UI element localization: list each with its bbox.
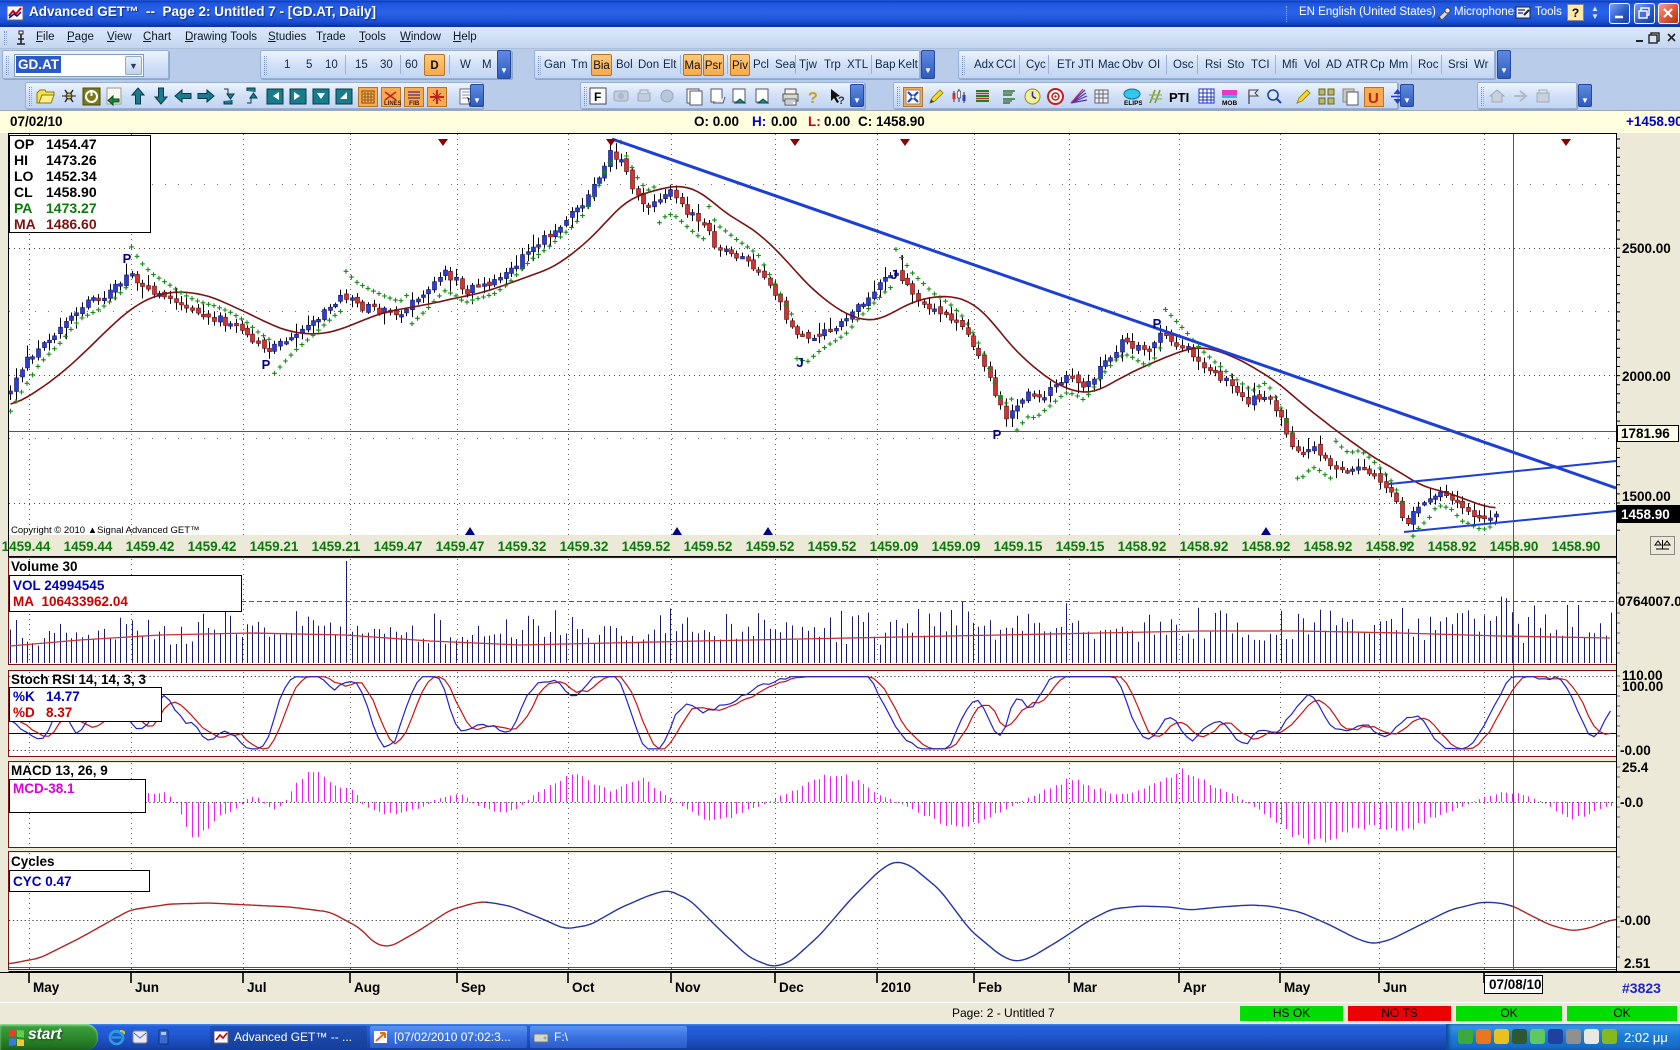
svg-text:F: F [594,90,601,104]
svg-text:2000.00: 2000.00 [1622,369,1671,384]
svg-text:1459.52: 1459.52 [684,539,733,554]
svg-text:1458.92: 1458.92 [1242,539,1291,554]
svg-text:1458.92: 1458.92 [1118,539,1167,554]
svg-text:1458.90: 1458.90 [1490,539,1539,554]
svg-text:-0.00: -0.00 [1620,743,1651,758]
svg-text:1473.27: 1473.27 [46,200,97,216]
svg-text:1459.42: 1459.42 [126,539,175,554]
svg-text:Jun: Jun [135,980,159,995]
svg-text:MOB: MOB [1222,100,1237,107]
svg-text:Aug: Aug [354,980,380,995]
svg-text:1454.47: 1454.47 [46,136,97,152]
svg-text:MA 106433962.04: MA 106433962.04 [13,594,128,609]
svg-text:P: P [262,357,271,372]
svg-text:Sep: Sep [461,980,486,995]
svg-text:%D 8.37: %D 8.37 [13,705,72,720]
svg-text:0764007.0: 0764007.0 [1618,594,1680,609]
svg-text:1473.26: 1473.26 [46,152,97,168]
svg-text:1458.92: 1458.92 [1180,539,1229,554]
svg-text:OP: OP [14,136,34,152]
svg-text:1459.32: 1459.32 [498,539,547,554]
svg-text:-0.00: -0.00 [1620,913,1651,928]
svg-text:1459.44: 1459.44 [64,539,113,554]
svg-text:1458.90: 1458.90 [1552,539,1601,554]
svg-text:P: P [1153,316,1162,331]
svg-text:Cycles: Cycles [11,854,55,869]
svg-text:VOL 24994545: VOL 24994545 [13,578,105,593]
svg-text:PTI: PTI [1169,90,1189,105]
svg-text:PA: PA [14,200,32,216]
svg-text:1459.52: 1459.52 [622,539,671,554]
svg-text:1459.15: 1459.15 [1056,539,1105,554]
svg-text:CYC 0.47: CYC 0.47 [13,874,72,889]
svg-text:?: ? [808,90,818,107]
svg-text:2.51: 2.51 [1624,956,1651,971]
svg-text:25.4: 25.4 [1622,760,1649,775]
svg-text:LINES: LINES [384,101,401,107]
svg-text:J: J [796,355,803,370]
svg-text:Feb: Feb [978,980,1002,995]
svg-text:1458.90: 1458.90 [46,184,97,200]
svg-text:LO: LO [14,168,34,184]
svg-text:1458.90: 1458.90 [1621,507,1670,522]
svg-text:1459.52: 1459.52 [746,539,795,554]
svg-text:?: ? [838,95,845,107]
svg-text:MACD 13, 26, 9: MACD 13, 26, 9 [11,763,108,778]
svg-text:MCD-38.1: MCD-38.1 [13,781,75,796]
svg-text:1781.96: 1781.96 [1621,426,1670,441]
svg-text:1459.47: 1459.47 [374,539,423,554]
svg-text:1459.09: 1459.09 [870,539,919,554]
svg-text:#3823: #3823 [1622,980,1661,996]
svg-text:1459.42: 1459.42 [188,539,237,554]
svg-text:1458.92: 1458.92 [1304,539,1353,554]
svg-text:May: May [1284,980,1311,995]
svg-text:1459.15: 1459.15 [994,539,1043,554]
svg-text:2010: 2010 [881,980,911,995]
svg-text:1458.92: 1458.92 [1428,539,1477,554]
svg-text:ELIPS: ELIPS [1124,100,1142,107]
svg-text:HI: HI [14,152,28,168]
svg-text:1486.60: 1486.60 [46,216,97,232]
svg-text:1459.09: 1459.09 [932,539,981,554]
svg-text:P: P [993,427,1002,442]
svg-text:-0.0: -0.0 [1620,795,1643,810]
svg-text:FIB: FIB [409,100,420,107]
svg-text:Apr: Apr [1183,980,1207,995]
svg-text:1458.92: 1458.92 [1366,539,1415,554]
svg-text:1459.32: 1459.32 [560,539,609,554]
svg-text:Jul: Jul [247,980,267,995]
svg-text:May: May [33,980,60,995]
svg-text:Oct: Oct [572,980,595,995]
svg-text:Jun: Jun [1383,980,1407,995]
svg-text:Nov: Nov [675,980,701,995]
svg-text:MA: MA [14,216,36,232]
svg-text:1459.47: 1459.47 [436,539,485,554]
svg-text:1459.21: 1459.21 [312,539,361,554]
svg-text:Mar: Mar [1073,980,1098,995]
svg-text:1459.52: 1459.52 [808,539,857,554]
svg-text:2500.00: 2500.00 [1622,241,1671,256]
svg-text:P: P [123,251,132,266]
svg-text:100.00: 100.00 [1622,679,1663,694]
svg-text:Dec: Dec [779,980,804,995]
svg-text:Stoch RSI 14, 14, 3, 3: Stoch RSI 14, 14, 3, 3 [11,672,147,687]
svg-text:CL: CL [14,184,33,200]
svg-text:1452.34: 1452.34 [46,168,97,184]
svg-text:1500.00: 1500.00 [1622,489,1671,504]
svg-text:%K 14.77: %K 14.77 [13,689,80,704]
svg-text:J: J [890,267,897,282]
svg-text:Volume 30: Volume 30 [11,559,78,574]
svg-text:U: U [1368,90,1379,107]
svg-text:Copyright © 2010 ▲Signal Advan: Copyright © 2010 ▲Signal Advanced GET™ [11,525,200,536]
svg-text:07/08/10: 07/08/10 [1489,977,1542,992]
svg-text:1459.21: 1459.21 [250,539,299,554]
